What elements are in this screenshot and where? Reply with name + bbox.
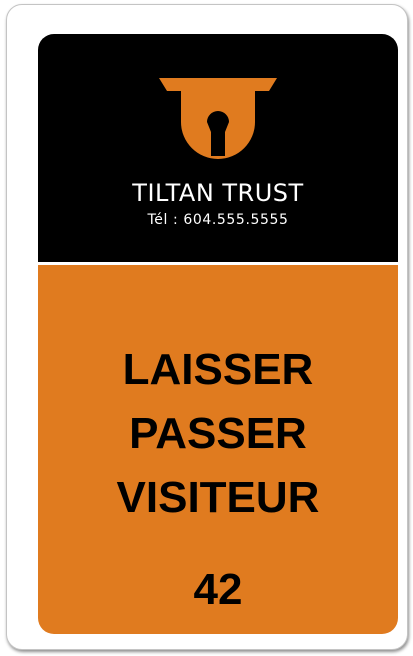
visitor-pass-card: TILTAN TRUST Tél : 604.555.5555 LAISSER … bbox=[6, 4, 408, 650]
title-line-1: LAISSER bbox=[122, 345, 314, 394]
card-face: TILTAN TRUST Tél : 604.555.5555 LAISSER … bbox=[38, 34, 398, 634]
pass-number: 42 bbox=[193, 565, 243, 614]
phone-number: Tél : 604.555.5555 bbox=[147, 212, 289, 228]
brand-name: TILTAN TRUST bbox=[132, 179, 304, 207]
title-line-2: PASSER bbox=[129, 409, 307, 458]
card-body: LAISSER PASSER VISITEUR 42 bbox=[38, 265, 398, 634]
card-header: TILTAN TRUST Tél : 604.555.5555 bbox=[38, 34, 398, 262]
tiltan-trust-logo-icon bbox=[159, 78, 277, 159]
title-line-3: VISITEUR bbox=[116, 473, 320, 522]
